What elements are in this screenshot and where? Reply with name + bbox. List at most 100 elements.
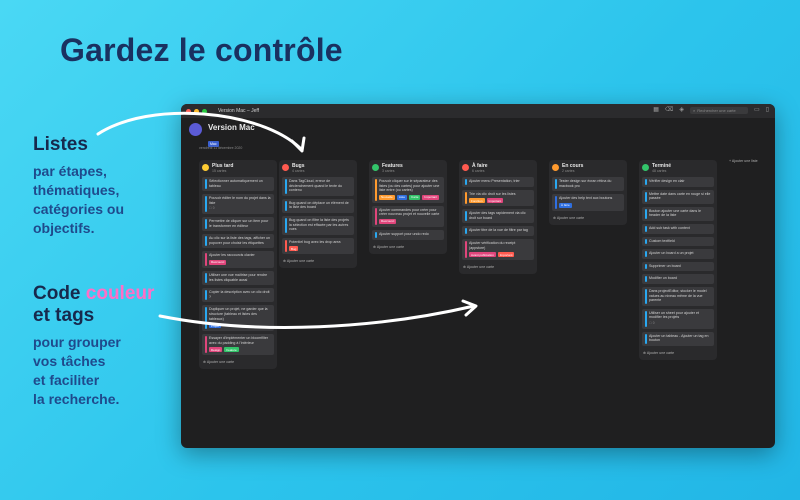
card[interactable]: Bouton ajouter une carte dans le header … bbox=[642, 206, 714, 221]
add-card-button[interactable]: ⊕ Ajouter une carte bbox=[282, 257, 354, 265]
card[interactable]: Ajouter des help text aux boutons À faire bbox=[552, 194, 624, 211]
tag-badge[interactable]: Liste bbox=[396, 194, 408, 200]
card-color-bar bbox=[375, 231, 377, 238]
add-card-button[interactable]: ⊕ Ajouter une carte bbox=[372, 243, 444, 251]
card-color-bar bbox=[375, 179, 377, 201]
card-color-bar bbox=[205, 196, 207, 212]
card[interactable]: Ajouter support pour undo redo bbox=[372, 229, 444, 240]
card[interactable]: Vérifier design en clair bbox=[642, 177, 714, 187]
tag-badge[interactable]: Nouvelle bbox=[379, 194, 395, 200]
card-color-bar bbox=[465, 211, 467, 222]
card[interactable]: Potentiel bug avec les drop area Bug bbox=[282, 237, 354, 255]
close-window-button[interactable] bbox=[186, 108, 191, 114]
tag-badge[interactable]: Carte bbox=[409, 194, 421, 200]
card[interactable]: Permettre de cliquer sur un item pour le… bbox=[202, 216, 274, 232]
sidebar-icon[interactable]: ▭ bbox=[754, 107, 760, 114]
card[interactable]: Mettre date dans carte en rouge si elle … bbox=[642, 189, 714, 204]
tag-badge[interactable]: Design bbox=[209, 347, 223, 353]
tag-badge[interactable]: Raccourci bbox=[379, 218, 397, 224]
card-color-bar bbox=[205, 272, 207, 284]
list-header[interactable]: Bugs 4 cartes bbox=[282, 163, 354, 173]
tag-badge[interactable]: Important bbox=[497, 252, 515, 258]
list-column: En cours 2 cartes Tester design sur écran … bbox=[549, 160, 627, 225]
card[interactable]: Ajouter titre de la vue de filtre par ta… bbox=[462, 226, 534, 236]
card[interactable]: Copier la description avec un clic droit… bbox=[202, 288, 274, 303]
title-bar: Version Mac – Jeff ▦ ⌫ ◈ ⌕ Rechercher un… bbox=[181, 104, 775, 118]
card[interactable]: Bug quand on filtre la liste des projets… bbox=[282, 215, 354, 235]
zoom-window-button[interactable] bbox=[202, 108, 207, 114]
card-color-bar bbox=[205, 307, 207, 330]
card[interactable]: Tester design sur écran rétina du macboo… bbox=[552, 177, 624, 192]
list-column: À faire 6 cartes Ajouter menu Presentation… bbox=[459, 160, 537, 275]
card[interactable]: Ajouter commandes pour créer pour créer … bbox=[372, 205, 444, 227]
tag-badge[interactable]: Important bbox=[486, 198, 504, 204]
minimize-window-button[interactable] bbox=[194, 108, 199, 114]
card-text: Dans projectEditor, stocker le model val… bbox=[649, 288, 707, 303]
tag-badge[interactable]: Bug bbox=[289, 246, 299, 252]
card[interactable]: Essayer d'implémenter un bloomfilter ave… bbox=[202, 334, 274, 356]
list-column: Terminé 48 cartes Vérifier design en clair… bbox=[639, 160, 717, 360]
card[interactable]: Ajouter un tableau - Ajouter un tag en b… bbox=[642, 331, 714, 346]
card[interactable]: Dans projectEditor, stocker le model val… bbox=[642, 286, 714, 306]
card[interactable]: Bug quand on déplace un élément de la li… bbox=[282, 198, 354, 213]
list-column: Features 3 cartes Pouvoir cliquer sur le s… bbox=[369, 160, 447, 254]
lists-callout-line: thématiques, bbox=[33, 182, 120, 198]
card[interactable]: Dans TagCloud, erreur de déclenchement q… bbox=[282, 177, 354, 196]
tag-badge[interactable]: Fonction bbox=[469, 198, 485, 204]
tags-callout-line: vos tâches bbox=[33, 353, 106, 369]
card[interactable]: Add sub task with context bbox=[642, 223, 714, 234]
card[interactable]: Custom textfield bbox=[642, 236, 714, 247]
add-card-button[interactable]: ⊕ Ajouter une carte bbox=[642, 349, 714, 357]
tag-badge[interactable]: Raccourci bbox=[209, 259, 227, 265]
card[interactable]: Modifier un board bbox=[642, 274, 714, 284]
tag-badge[interactable]: Projet bbox=[209, 323, 221, 329]
lists-callout-line: objectifs. bbox=[33, 220, 95, 236]
card[interactable]: Supprimer un board bbox=[642, 261, 714, 272]
card[interactable]: Utiliser une vue maîtrise pour rendre le… bbox=[202, 270, 274, 286]
tag-badge[interactable]: À faire bbox=[559, 202, 572, 208]
add-card-button[interactable]: ⊕ Ajouter une carte bbox=[202, 358, 274, 366]
tag-badge[interactable]: Avant publication bbox=[469, 252, 496, 258]
card-text: Utiliser une vue maîtrise pour rendre le… bbox=[209, 272, 268, 282]
card[interactable]: Ajouter un board a un projet bbox=[642, 249, 714, 259]
list-header[interactable]: En cours 2 cartes bbox=[552, 163, 624, 173]
add-card-label: Ajouter une carte bbox=[466, 265, 495, 270]
board-name[interactable]: Version Mac bbox=[208, 123, 255, 132]
search-input[interactable]: ⌕ Rechercher une carte bbox=[690, 107, 749, 114]
add-list-button[interactable]: + Ajouter une liste bbox=[729, 159, 758, 163]
card-tags: Bug bbox=[289, 246, 351, 252]
card[interactable]: Sélectionner automatiquement un tableau bbox=[202, 177, 274, 192]
progress-icon bbox=[552, 164, 559, 171]
card[interactable]: Ajouter les raccourcis clavier Raccourci bbox=[202, 251, 274, 268]
card[interactable]: Au clic sur la liste des tags, afficher … bbox=[202, 234, 274, 249]
card[interactable]: Utiliser un sheet pour ajouter et modifi… bbox=[642, 308, 714, 329]
card-color-bar bbox=[205, 236, 207, 247]
card[interactable]: Pouvoir cliquer sur le séparateur des li… bbox=[372, 177, 444, 203]
add-card-button[interactable]: ⊕ Ajouter une carte bbox=[462, 263, 534, 271]
card[interactable]: Pouvoir éditer le nom du projet dans la … bbox=[202, 194, 274, 214]
card[interactable]: Dupliquer un projet, ne garder que la st… bbox=[202, 305, 274, 332]
card-tags: Raccourci bbox=[209, 259, 271, 265]
list-header[interactable]: Terminé 48 cartes bbox=[642, 163, 714, 173]
add-card-button[interactable]: ⊕ Ajouter une carte bbox=[552, 214, 624, 222]
card[interactable]: Trie via clic droit sur les listes Foncti… bbox=[462, 189, 534, 207]
tag-badge[interactable]: Important bbox=[422, 194, 440, 200]
card[interactable]: Ajouter vérification du receipt (appstor… bbox=[462, 238, 534, 261]
list-header[interactable]: Features 3 cartes bbox=[372, 163, 444, 173]
tag-icon[interactable]: ◈ bbox=[679, 107, 684, 114]
list-header[interactable]: Plus tard 15 cartes bbox=[202, 163, 274, 173]
list-icon bbox=[462, 164, 469, 171]
card-color-bar bbox=[645, 225, 647, 232]
archive-icon[interactable]: ▦ bbox=[653, 107, 659, 114]
tag-badge[interactable]: Feature bbox=[224, 347, 239, 353]
inspector-icon[interactable]: ▯ bbox=[766, 107, 769, 114]
card[interactable]: Ajouter des tags rapidement via clic dro… bbox=[462, 209, 534, 224]
card-color-bar bbox=[205, 179, 207, 190]
trash-icon[interactable]: ⌫ bbox=[665, 107, 673, 114]
card[interactable]: Ajouter menu Presentation, trier bbox=[462, 177, 534, 187]
card-color-bar bbox=[465, 191, 467, 205]
tags-callout-line: pour grouper bbox=[33, 334, 121, 350]
list-header[interactable]: À faire 6 cartes bbox=[462, 163, 534, 173]
card-text: Permettre de cliquer sur un item pour le… bbox=[209, 218, 269, 228]
board-avatar[interactable] bbox=[189, 123, 202, 136]
